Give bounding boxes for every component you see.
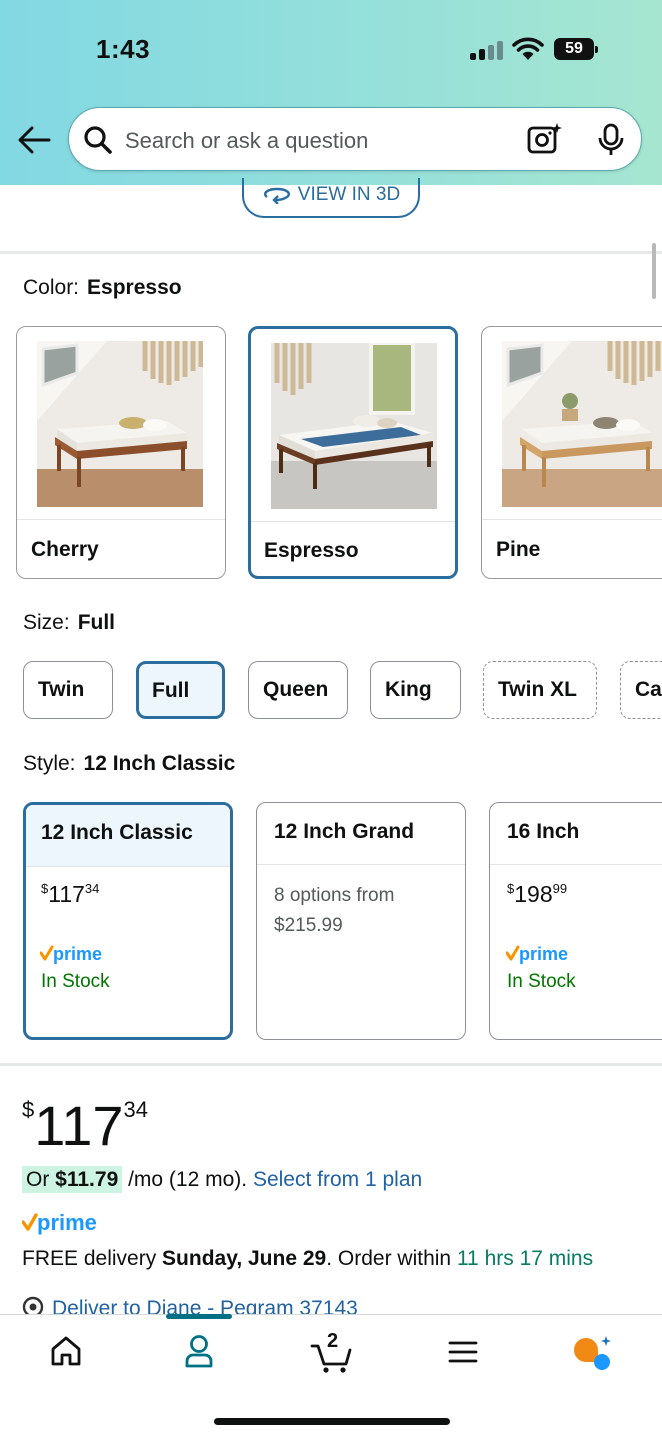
section-divider	[0, 251, 662, 254]
swatch-divider	[17, 519, 225, 520]
rufus-assistant-icon[interactable]	[572, 1334, 614, 1370]
delivery-info: FREE delivery Sunday, June 29. Order wit…	[22, 1247, 594, 1270]
size-option-queen[interactable]: Queen	[248, 661, 348, 719]
style-option-12-inch-grand[interactable]: 12 Inch Grand 8 options from $215.99	[256, 802, 466, 1040]
wifi-icon	[512, 37, 544, 60]
size-option-king[interactable]: King	[370, 661, 461, 719]
home-icon[interactable]	[50, 1334, 82, 1368]
style-option-price: $11734	[41, 881, 100, 907]
color-option-label: Pine	[496, 538, 541, 561]
style-option-title: 16 Inch	[490, 803, 662, 865]
active-tab-indicator	[166, 1314, 232, 1319]
installment-offer: Or $11.79 /mo (12 mo). Select from 1 pla…	[22, 1166, 422, 1193]
account-icon[interactable]	[184, 1334, 214, 1368]
size-option-california-king[interactable]: Ca	[620, 661, 662, 719]
color-label: Color:	[23, 276, 80, 299]
stock-status: In Stock	[41, 971, 110, 992]
signal-icon	[470, 40, 504, 60]
color-option-label: Espresso	[264, 539, 359, 562]
style-option-16-inch[interactable]: 16 Inch $19899 prime In Stock	[489, 802, 662, 1040]
stock-status: In Stock	[507, 971, 576, 992]
back-arrow-icon[interactable]	[16, 124, 52, 156]
cart-count-badge: 2	[327, 1330, 339, 1352]
size-option-twin-xl[interactable]: Twin XL	[483, 661, 597, 719]
color-option-cherry[interactable]: Cherry	[16, 326, 226, 579]
style-label-row: Style: 12 Inch Classic	[23, 752, 235, 776]
svg-text:prime: prime	[519, 944, 568, 964]
style-option-12-inch-classic[interactable]: 12 Inch Classic $11734 prime In Stock	[23, 802, 233, 1040]
color-selected-value: Espresso	[87, 276, 182, 299]
scrollbar[interactable]	[652, 243, 656, 299]
camera-lens-icon[interactable]	[527, 122, 563, 156]
svg-text:prime: prime	[37, 1210, 97, 1235]
battery-icon: 59	[554, 38, 598, 60]
section-divider	[0, 1063, 662, 1066]
search-input[interactable]: Search or ask a question	[68, 107, 642, 171]
menu-icon[interactable]	[448, 1340, 478, 1364]
view-in-3d-button[interactable]: VIEW IN 3D	[242, 178, 420, 218]
style-selected-value: 12 Inch Classic	[83, 752, 236, 775]
search-icon	[84, 126, 112, 154]
swatch-divider	[251, 521, 455, 522]
product-price: $11734	[22, 1094, 149, 1157]
color-option-espresso[interactable]: Espresso	[248, 326, 458, 579]
style-option-title: 12 Inch Grand	[257, 803, 465, 865]
swatch-divider	[482, 519, 662, 520]
app-header: 1:43 59 Search or ask a question	[0, 0, 662, 185]
prime-logo: prime	[505, 943, 596, 970]
prime-logo: prime	[21, 1210, 112, 1241]
cherry-bed-image	[37, 341, 203, 507]
home-indicator-bar	[214, 1418, 450, 1425]
size-option-full[interactable]: Full	[136, 661, 225, 719]
prime-logo: prime	[39, 943, 130, 970]
view-in-3d-label: VIEW IN 3D	[297, 184, 401, 205]
size-selected-value: Full	[77, 611, 116, 634]
rotate-3d-icon	[263, 187, 290, 205]
svg-text:prime: prime	[53, 944, 102, 964]
size-label-row: Size: Full	[23, 611, 115, 635]
size-option-twin[interactable]: Twin	[23, 661, 113, 719]
color-option-pine[interactable]: Pine	[481, 326, 662, 579]
espresso-bed-image	[271, 343, 437, 509]
cart-icon[interactable]: 2	[310, 1330, 354, 1374]
pine-bed-image	[502, 341, 662, 507]
style-option-title: 12 Inch Classic	[26, 805, 230, 867]
status-time: 1:43	[96, 34, 151, 64]
style-option-availability: 8 options from $215.99	[274, 885, 395, 936]
search-placeholder: Search or ask a question	[125, 128, 369, 153]
style-option-price: $19899	[507, 881, 568, 907]
style-label: Style:	[23, 752, 76, 775]
size-label: Size:	[23, 611, 70, 634]
select-plan-link[interactable]: Select from 1 plan	[253, 1168, 422, 1191]
delivery-countdown: 11 hrs 17 mins	[456, 1247, 594, 1270]
color-option-label: Cherry	[31, 538, 99, 561]
microphone-icon[interactable]	[597, 123, 625, 157]
installment-highlight: Or $11.79	[22, 1166, 123, 1193]
color-label-row: Color: Espresso	[23, 276, 182, 300]
